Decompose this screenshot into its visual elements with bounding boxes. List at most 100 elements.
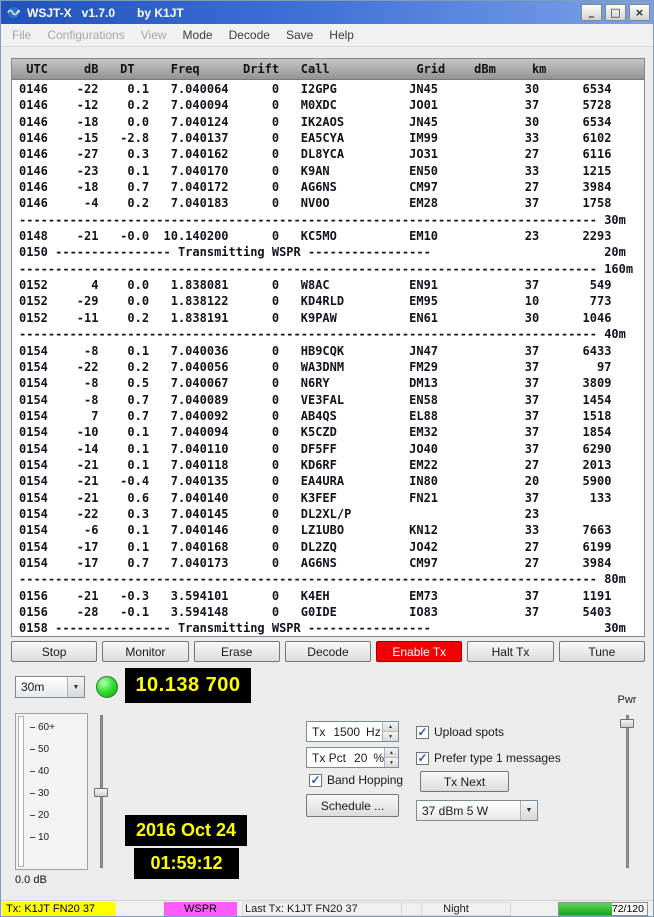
meter-tick [30,837,35,838]
band-separator-row: ----------------------------------------… [19,212,644,228]
halt-tx-button[interactable]: Halt Tx [467,641,553,662]
band-hopping-checkbox[interactable]: ✓ Band Hopping [309,772,403,788]
band-separator-row: ----------------------------------------… [19,261,644,277]
decode-row: 0154 -6 0.1 7.040146 0 LZ1UBO KN12 33 76… [19,522,644,538]
mode-badge: WSPR [164,902,237,916]
decode-row: 0154 -10 0.1 7.040094 0 K5CZD EM32 37 18… [19,424,644,440]
rx-status-led [96,676,118,698]
tx-next-button[interactable]: Tx Next [420,771,509,792]
title-bar[interactable]: WSJT-X v1.7.0 by K1JT _ □ × [1,1,653,24]
meter-scale-label: 50 [38,744,49,755]
minimize-button[interactable]: _ [581,4,602,21]
transmit-row: 0150 ---------------- Transmitting WSPR … [19,244,644,260]
date-display: 2016 Oct 24 [125,815,247,846]
decode-row: 0146 -15 -2.8 7.040137 0 EA5CYA IM99 33 … [19,130,644,146]
meter-tick [30,727,35,728]
spin-up-icon[interactable]: ▲ [383,722,398,732]
decode-row: 0154 -22 0.2 7.040056 0 WA3DNM FM29 37 9… [19,359,644,375]
decode-row: 0154 -8 0.1 7.040036 0 HB9CQK JN47 37 64… [19,343,644,359]
decode-row: 0146 -22 0.1 7.040064 0 I2GPG JN45 30 65… [19,81,644,97]
time-display: 01:59:12 [134,848,239,879]
pwr-slider[interactable] [619,713,635,870]
schedule-button[interactable]: Schedule ... [306,794,399,817]
menu-configurations[interactable]: Configurations [39,24,132,46]
signal-level-bar [18,716,24,867]
status-bar: Tx: K1JT FN20 37 WSPR Last Tx: K1JT FN20… [1,900,653,916]
slider-handle[interactable] [620,719,634,728]
enable-tx-button[interactable]: Enable Tx [376,641,462,662]
table-header: UTC dB DT Freq Drift Call Grid dBm km [12,59,644,80]
decode-table-panel: UTC dB DT Freq Drift Call Grid dBm km 01… [11,58,645,637]
decode-row: 0156 -28 -0.1 3.594148 0 G0IDE IO83 37 5… [19,604,644,620]
decode-row: 0154 -14 0.1 7.040110 0 DF5FF JO40 37 62… [19,441,644,457]
frequency-display: 10.138 700 [125,668,251,703]
meter-scale-label: 60+ [38,722,55,733]
meter-tick [30,749,35,750]
band-hopping-label: Band Hopping [327,773,403,787]
decode-row: 0156 -21 -0.3 3.594101 0 K4EH EM73 37 11… [19,588,644,604]
upload-spots-label: Upload spots [434,725,504,739]
tx-freq-text: Tx1500Hz [307,725,381,739]
decode-row: 0152 4 0.0 1.838081 0 W8AC EN91 37 549 [19,277,644,293]
slider-handle[interactable] [94,788,108,797]
decode-row: 0154 -8 0.7 7.040089 0 VE3FAL EN58 37 14… [19,392,644,408]
spin-up-icon[interactable]: ▲ [385,748,398,758]
meter-scale-label: 10 [38,832,49,843]
stop-button[interactable]: Stop [11,641,97,662]
meter-readout: 0.0 dB [15,874,47,886]
decode-button[interactable]: Decode [285,641,371,662]
close-button[interactable]: × [629,4,650,21]
tx-progress-label: 72/120 [612,903,644,915]
chevron-down-icon: ▼ [520,801,537,820]
tune-button[interactable]: Tune [559,641,645,662]
spin-down-icon[interactable]: ▼ [385,758,398,767]
upload-spots-checkbox[interactable]: ✓ Upload spots [416,724,504,740]
decode-row: 0154 -22 0.3 7.040145 0 DL2XL/P 23 [19,506,644,522]
band-selector[interactable]: 30m ▼ [15,676,85,698]
tx-status-badge: Tx: K1JT FN20 37 [2,902,116,916]
power-selector[interactable]: 37 dBm 5 W ▼ [416,800,538,821]
band-separator-row: ----------------------------------------… [19,326,644,342]
erase-button[interactable]: Erase [194,641,280,662]
last-tx-status: Last Tx: K1JT FN20 37 [242,902,422,916]
checkmark-icon: ✓ [416,726,429,739]
decode-row: 0146 -23 0.1 7.040170 0 K9AN EN50 33 121… [19,163,644,179]
meter-scale-label: 40 [38,766,49,777]
signal-meter-scale: 60+ 50 40 30 20 10 [30,716,85,848]
tx-freq-spinbox[interactable]: Tx1500Hz ▲ ▼ [306,721,399,742]
prefer-type1-checkbox[interactable]: ✓ Prefer type 1 messages [416,750,561,766]
band-separator-row: ----------------------------------------… [19,571,644,587]
minimize-icon: _ [589,5,595,19]
menu-mode[interactable]: Mode [175,24,221,46]
rx-gain-slider[interactable] [93,713,109,870]
power-selector-value: 37 dBm 5 W [422,804,488,818]
tx-progress-bar: 72/120 [558,902,648,916]
wsjtx-window: WSJT-X v1.7.0 by K1JT _ □ × File Configu… [0,0,654,917]
maximize-icon: □ [610,6,620,20]
decode-row: 0152 -11 0.2 1.838191 0 K9PAW EN61 30 10… [19,310,644,326]
signal-meter: 60+ 50 40 30 20 10 [15,713,88,870]
decode-row: 0154 -21 -0.4 7.040135 0 EA4URA IN80 20 … [19,473,644,489]
tx-progress-fill [559,903,612,915]
menu-decode[interactable]: Decode [221,24,278,46]
band-selector-value: 30m [21,680,44,694]
meter-tick [30,771,35,772]
spin-down-icon[interactable]: ▼ [383,732,398,741]
decode-row: 0154 -17 0.1 7.040168 0 DL2ZQ JO42 27 61… [19,539,644,555]
monitor-button[interactable]: Monitor [102,641,188,662]
menu-file[interactable]: File [4,24,39,46]
main-buttons-row: Stop Monitor Erase Decode Enable Tx Halt… [11,641,645,662]
tx-pct-spinbox[interactable]: Tx Pct20% ▲ ▼ [306,747,399,768]
table-body[interactable]: 0146 -22 0.1 7.040064 0 I2GPG JN45 30 65… [12,80,644,636]
menu-help[interactable]: Help [321,24,362,46]
menu-save[interactable]: Save [278,24,321,46]
checkmark-icon: ✓ [416,752,429,765]
menu-view[interactable]: View [133,24,175,46]
transmit-row: 0158 ---------------- Transmitting WSPR … [19,620,644,636]
window-title: WSJT-X v1.7.0 [27,6,115,20]
decode-row: 0154 -21 0.1 7.040118 0 KD6RF EM22 27 20… [19,457,644,473]
decode-row: 0146 -4 0.2 7.040183 0 NV0O EM28 37 1758 [19,195,644,211]
decode-row: 0146 -12 0.2 7.040094 0 M0XDC JO01 37 57… [19,97,644,113]
decode-row: 0146 -27 0.3 7.040162 0 DL8YCA JO31 27 6… [19,146,644,162]
maximize-button[interactable]: □ [605,4,626,21]
